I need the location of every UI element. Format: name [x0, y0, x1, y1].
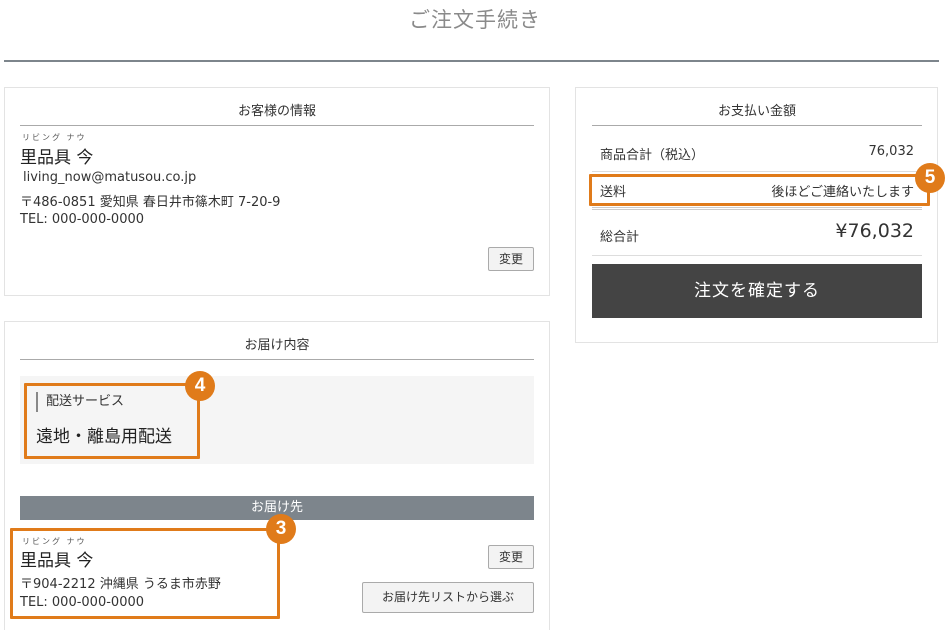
subtotal-label: 商品合計（税込） — [600, 148, 705, 163]
customer-tel: TEL: 000-000-0000 — [20, 212, 145, 227]
customer-name-ruby: リビング ナウ — [22, 133, 87, 142]
customer-address: 〒486-0851 愛知県 春日井市篠木町 7-20-9 — [20, 195, 281, 210]
annotation-badge-4: 4 — [185, 371, 215, 401]
payment-header: お支払い金額 — [592, 100, 922, 126]
subtotal-row: 商品合計（税込） 76,032 — [592, 132, 922, 172]
confirm-order-button[interactable]: 注文を確定する — [592, 264, 922, 318]
annotation-badge-5: 5 — [915, 163, 945, 193]
customer-change-button[interactable]: 変更 — [488, 247, 534, 271]
customer-email: living_now@matusou.co.jp — [23, 170, 197, 185]
destination-change-button[interactable]: 変更 — [488, 545, 534, 569]
annotation-badge-3: 3 — [266, 514, 296, 544]
customer-name: 里品具 今 — [20, 148, 94, 168]
page-title: ご注文手続き — [409, 8, 541, 32]
choose-from-address-list-button[interactable]: お届け先リストから選ぶ — [362, 582, 534, 613]
title-divider — [4, 60, 939, 62]
total-value: ¥76,032 — [835, 220, 914, 242]
annotation-highlight-destination — [10, 528, 280, 619]
total-label: 総合計 — [600, 230, 640, 245]
subtotal-value: 76,032 — [868, 144, 915, 159]
total-row: 総合計 ¥76,032 — [592, 212, 922, 256]
annotation-highlight-service — [24, 383, 200, 459]
customer-info-header: お客様の情報 — [20, 100, 534, 126]
annotation-highlight-shipping — [589, 174, 930, 206]
delivery-header: お届け内容 — [20, 334, 534, 360]
